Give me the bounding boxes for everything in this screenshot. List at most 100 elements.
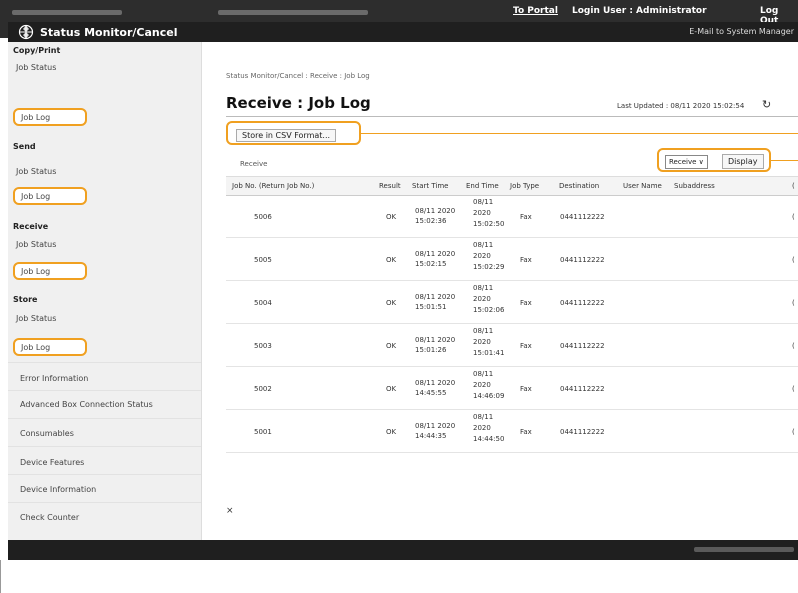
- table-row: 5004 OK 08/11 2020 15:01:51 08/11 2020 15:02:0…: [226, 280, 798, 324]
- cell-end-date: 08/11: [473, 198, 494, 206]
- cell-end-date: 08/11: [473, 413, 494, 421]
- login-user-label: Login User : Administrator: [572, 6, 707, 16]
- sidebar-item-error-information[interactable]: Error Information: [20, 374, 88, 383]
- cell-end-time: 15:01:41: [473, 349, 505, 357]
- sidebar-divider: [8, 390, 201, 391]
- cell-job-no: 5001: [254, 428, 272, 436]
- sidebar-divider: [8, 502, 201, 503]
- sidebar-item-consumables[interactable]: Consumables: [20, 429, 74, 438]
- cell-result: OK: [386, 342, 397, 350]
- filter-highlight: Receive ∨ Display: [657, 148, 771, 172]
- cell-result: OK: [386, 256, 397, 264]
- refresh-icon[interactable]: ↻: [762, 98, 771, 111]
- cell-start-date: 08/11 2020: [415, 422, 456, 430]
- sidebar-item-copy-print-job-log[interactable]: Job Log: [13, 108, 87, 126]
- device-address-blurred: [218, 10, 368, 15]
- cell-job-no: 5002: [254, 385, 272, 393]
- cell-destination: 0441112222: [560, 385, 605, 393]
- sidebar-section-send: Send: [13, 142, 36, 151]
- cell-end-time: 15:02:50: [473, 220, 505, 228]
- cell-start-time: 14:44:35: [415, 432, 447, 440]
- cell-destination: 0441112222: [560, 428, 605, 436]
- cell-result: OK: [386, 213, 397, 221]
- cell-job-no: 5005: [254, 256, 272, 264]
- sidebar-item-copy-print-job-status[interactable]: Job Status: [16, 63, 56, 72]
- sidebar-item-store-job-log[interactable]: Job Log: [13, 338, 87, 356]
- table-row: 5001 OK 08/11 2020 14:44:35 08/11 2020 14:44:5…: [226, 409, 798, 453]
- globe-icon: [18, 24, 34, 40]
- cell-end-time: 15:02:29: [473, 263, 505, 271]
- table-header: Job No. (Return Job No.) Result Start Ti…: [226, 176, 798, 196]
- cell-truncated: (: [792, 299, 795, 307]
- cell-end-date: 08/11: [473, 241, 494, 249]
- callout-line: [361, 133, 798, 134]
- job-type-select-value: Receive: [669, 158, 697, 166]
- cell-end-time: 14:46:09: [473, 392, 505, 400]
- table-row: 5006 OK 08/11 2020 15:02:36 08/11 2020 15:02:5…: [226, 194, 798, 238]
- store-csv-button[interactable]: Store in CSV Format...: [236, 129, 337, 142]
- sidebar-item-receive-job-log[interactable]: Job Log: [13, 262, 87, 280]
- table-row: 5005 OK 08/11 2020 15:02:15 08/11 2020 15:02:2…: [226, 237, 798, 281]
- table-row: 5002 OK 08/11 2020 14:45:55 08/11 2020 14:46:0…: [226, 366, 798, 410]
- cell-job-no: 5006: [254, 213, 272, 221]
- cell-end-time: 14:44:50: [473, 435, 505, 443]
- column-truncated: (: [792, 182, 795, 190]
- box-label: Receive: [240, 160, 268, 168]
- cell-truncated: (: [792, 213, 795, 221]
- column-job-no: Job No. (Return Job No.): [232, 182, 315, 190]
- table-row: 5003 OK 08/11 2020 15:01:26 08/11 2020 15:01:4…: [226, 323, 798, 367]
- sidebar-item-device-features[interactable]: Device Features: [20, 458, 84, 467]
- title-bar: Status Monitor/Cancel E-Mail to System M…: [8, 22, 798, 42]
- page-title: Status Monitor/Cancel: [40, 26, 178, 39]
- cell-job-type: Fax: [520, 385, 532, 393]
- sidebar-item-device-information[interactable]: Device Information: [20, 485, 96, 494]
- cell-job-type: Fax: [520, 256, 532, 264]
- sidebar-item-advanced-box[interactable]: Advanced Box Connection Status: [20, 400, 153, 409]
- cell-result: OK: [386, 385, 397, 393]
- column-destination: Destination: [559, 182, 600, 190]
- sidebar-divider: [8, 418, 201, 419]
- device-name-blurred: [12, 10, 122, 15]
- copyright-blurred: [694, 547, 794, 552]
- heading-divider: [226, 116, 798, 117]
- cell-end-date: 08/11: [473, 370, 494, 378]
- to-portal-link[interactable]: To Portal: [513, 6, 558, 16]
- sidebar-item-check-counter[interactable]: Check Counter: [20, 513, 79, 522]
- job-type-select[interactable]: Receive ∨: [665, 155, 708, 169]
- cell-end-year: 2020: [473, 209, 491, 217]
- cell-start-date: 08/11 2020: [415, 293, 456, 301]
- cell-start-date: 08/11 2020: [415, 379, 456, 387]
- cell-job-type: Fax: [520, 428, 532, 436]
- sidebar-divider: [8, 474, 201, 475]
- cell-end-year: 2020: [473, 295, 491, 303]
- cell-end-year: 2020: [473, 424, 491, 432]
- callout-line: [771, 160, 798, 161]
- sidebar-item-receive-job-status[interactable]: Job Status: [16, 240, 56, 249]
- cell-end-time: 15:02:06: [473, 306, 505, 314]
- cell-truncated: (: [792, 428, 795, 436]
- cell-job-no: 5004: [254, 299, 272, 307]
- sidebar-divider: [8, 446, 201, 447]
- cell-start-time: 15:01:26: [415, 346, 447, 354]
- page-heading: Receive : Job Log: [226, 94, 371, 112]
- sidebar-section-copy-print: Copy/Print: [13, 46, 61, 55]
- cell-start-date: 08/11 2020: [415, 207, 456, 215]
- cell-end-year: 2020: [473, 252, 491, 260]
- cell-start-time: 14:45:55: [415, 389, 447, 397]
- cell-truncated: (: [792, 385, 795, 393]
- display-button[interactable]: Display: [722, 154, 764, 169]
- last-updated-text: Last Updated : 08/11 2020 15:02:54: [617, 102, 745, 110]
- email-system-manager-link[interactable]: E-Mail to System Manager: [689, 27, 794, 36]
- cell-destination: 0441112222: [560, 299, 605, 307]
- cell-start-date: 08/11 2020: [415, 336, 456, 344]
- sidebar-item-store-job-status[interactable]: Job Status: [16, 314, 56, 323]
- sidebar-item-send-job-log[interactable]: Job Log: [13, 187, 87, 205]
- cell-start-time: 15:02:36: [415, 217, 447, 225]
- column-start-time: Start Time: [412, 182, 449, 190]
- cell-start-date: 08/11 2020: [415, 250, 456, 258]
- scroll-top-icon[interactable]: ⨯: [226, 506, 234, 516]
- sidebar-item-send-job-status[interactable]: Job Status: [16, 167, 56, 176]
- sidebar-section-receive: Receive: [13, 222, 49, 231]
- cell-start-time: 15:02:15: [415, 260, 447, 268]
- cell-destination: 0441112222: [560, 256, 605, 264]
